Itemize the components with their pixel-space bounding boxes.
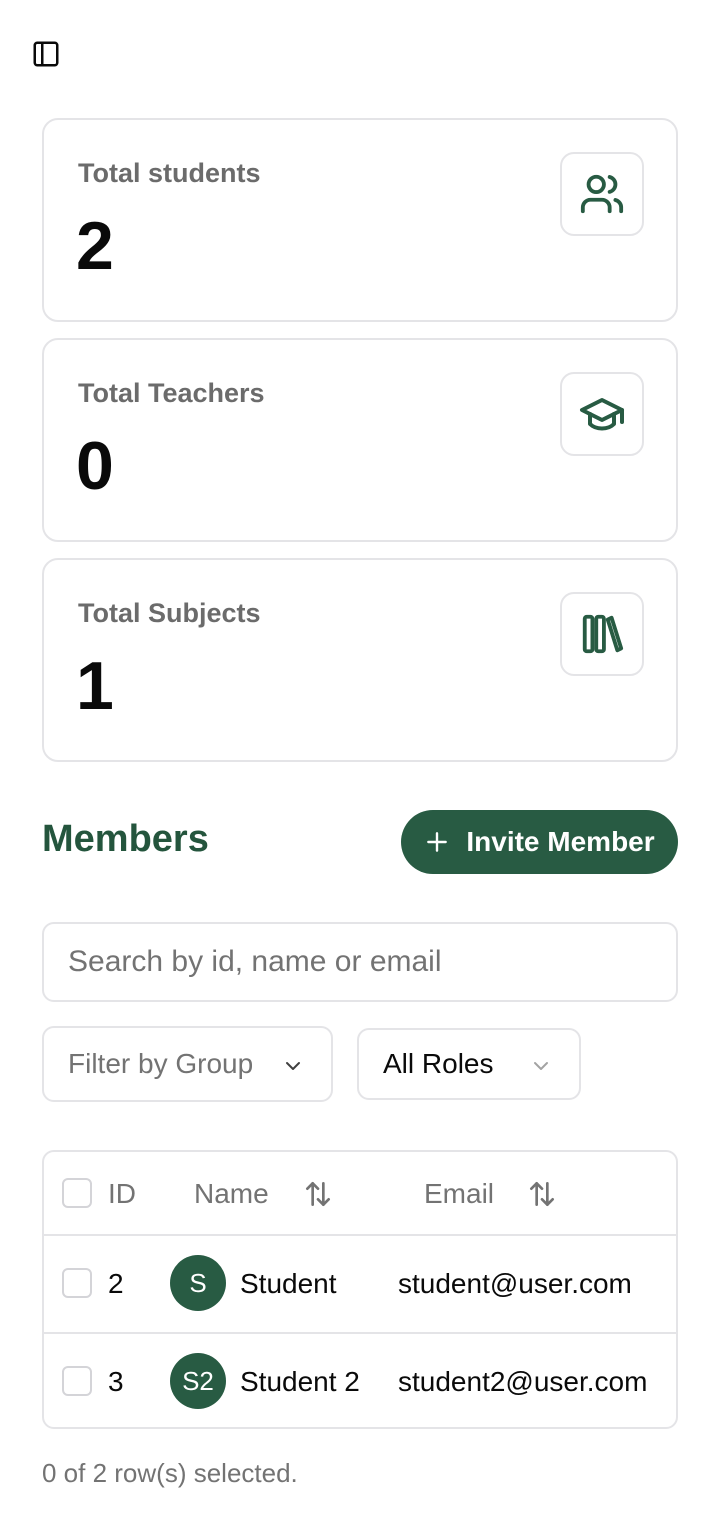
- members-title: Members: [42, 818, 209, 860]
- column-header-email: Email: [424, 1178, 495, 1209]
- row-email: student@user.com: [398, 1268, 632, 1299]
- row-id: 3: [108, 1366, 124, 1397]
- column-header-name: Name: [194, 1178, 269, 1209]
- stat-label: Total Teachers: [78, 378, 265, 408]
- avatar: S2: [170, 1353, 226, 1409]
- selection-status: 0 of 2 row(s) selected.: [42, 1458, 298, 1488]
- library-icon: [582, 614, 624, 654]
- stat-value: 2: [76, 208, 114, 284]
- row-id: 2: [108, 1268, 124, 1299]
- plus-icon: [427, 832, 448, 852]
- sidebar-toggle-button[interactable]: [30, 38, 62, 70]
- sort-name-button[interactable]: [302, 1178, 334, 1215]
- column-header-id: ID: [108, 1178, 136, 1209]
- arrow-up-down-icon: [530, 1182, 554, 1206]
- row-name: Student: [240, 1268, 337, 1299]
- sort-email-button[interactable]: [526, 1178, 558, 1215]
- filter-group-label: Filter by Group: [68, 1048, 254, 1079]
- table-row[interactable]: 3 S2 Student 2 student2@user.com: [44, 1332, 676, 1427]
- row-checkbox[interactable]: [62, 1366, 92, 1396]
- stat-icon-box: [560, 152, 644, 236]
- members-table: ID Name Email 2 S Student student@user.c…: [42, 1150, 678, 1429]
- table-row[interactable]: 2 S Student student@user.com: [44, 1234, 676, 1332]
- row-name: Student 2: [240, 1366, 360, 1397]
- invite-member-button[interactable]: Invite Member: [401, 810, 678, 874]
- stat-icon-box: [560, 592, 644, 676]
- stat-icon-box: [560, 372, 644, 456]
- role-filter-select[interactable]: All Roles: [357, 1028, 581, 1100]
- panel-left-icon: [33, 41, 59, 67]
- role-filter-label: All Roles: [383, 1048, 494, 1079]
- avatar: S: [170, 1255, 226, 1311]
- stat-value: 1: [76, 648, 114, 724]
- stat-value: 0: [76, 428, 114, 504]
- stat-label: Total Subjects: [78, 598, 261, 628]
- stat-card-teachers: Total Teachers 0: [42, 338, 678, 542]
- invite-member-label: Invite Member: [466, 826, 655, 857]
- stat-card-students: Total students 2: [42, 118, 678, 322]
- table-header-row: ID Name Email: [44, 1152, 676, 1234]
- filter-group-select[interactable]: Filter by Group: [42, 1026, 333, 1102]
- row-email: student2@user.com: [398, 1366, 648, 1397]
- row-checkbox[interactable]: [62, 1268, 92, 1298]
- select-all-checkbox[interactable]: [62, 1178, 92, 1208]
- search-input[interactable]: [42, 922, 678, 1002]
- arrow-up-down-icon: [306, 1182, 330, 1206]
- users-icon: [580, 174, 624, 214]
- stat-card-subjects: Total Subjects 1: [42, 558, 678, 762]
- graduation-cap-icon: [580, 398, 624, 431]
- stat-label: Total students: [78, 158, 261, 188]
- chevron-down-icon: [534, 1062, 548, 1070]
- chevron-down-icon: [286, 1062, 300, 1070]
